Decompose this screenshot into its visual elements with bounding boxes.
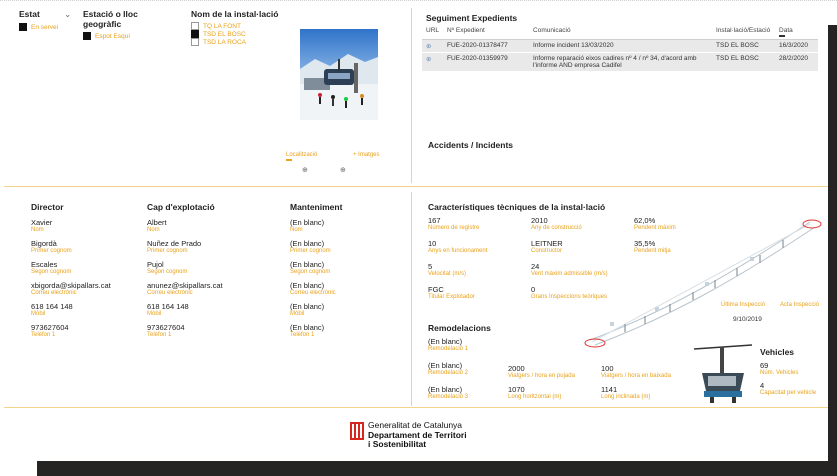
imatges-link[interactable]: + Imatges xyxy=(353,152,380,158)
chairlift-icon xyxy=(692,343,754,405)
link-icon[interactable]: ⊕ xyxy=(302,166,308,174)
checkbox-checked-icon[interactable] xyxy=(83,32,91,40)
col-url[interactable]: URL xyxy=(422,25,444,40)
estacio-item[interactable]: Espot Esquí xyxy=(83,32,178,40)
top-border xyxy=(0,0,837,2)
manteniment-card: Manteniment (En blanc) Nom (En blanc) Prim… xyxy=(290,202,400,344)
stat-long-inclinada: 1141 Long inclinada (m) xyxy=(601,385,651,400)
director-card: Director Xavier Nom Bigordà Primer cognom … xyxy=(31,202,141,344)
link-icon[interactable]: ⊕ xyxy=(422,39,444,53)
installacio-slicer[interactable]: Nom de la instal·lació TQ LA FONT TSD EL… xyxy=(191,9,291,46)
vehicles-title: Vehicles xyxy=(760,347,795,357)
expedients-table: URL Nº Expedient Comunicació Instal·laci… xyxy=(422,25,819,72)
stat-long-horitzontal: 1070 Long horitzontal (m) xyxy=(508,385,562,400)
sort-indicator-icon xyxy=(779,35,786,37)
remodelacions-title: Remodelacions xyxy=(428,323,491,333)
right-dark-band xyxy=(828,25,837,476)
generalitat-logo xyxy=(350,422,364,445)
col-comunicacio[interactable]: Comunicació xyxy=(529,25,713,40)
table-row[interactable]: ⊕ FUE-2020-01378477 Informe incident 13/… xyxy=(422,39,819,53)
underline-marker xyxy=(286,159,292,161)
col-installacio[interactable]: Instal·lació/Estació xyxy=(712,25,776,40)
email-link[interactable]: xbigorda@skipallars.cat xyxy=(31,281,141,290)
installacio-item-selected[interactable]: TSD EL BOSC xyxy=(191,30,291,38)
table-row[interactable]: ⊕ FUE-2020-01359979 Informe reparació ei… xyxy=(422,52,819,72)
col-data[interactable]: Data xyxy=(775,25,819,40)
col-expedient[interactable]: Nº Expedient xyxy=(443,25,530,40)
installacio-item[interactable]: TQ LA FONT xyxy=(191,22,291,30)
ultima-inspeccio-label: Última Inspecció xyxy=(721,302,766,308)
checkbox-checked-icon[interactable] xyxy=(191,30,199,38)
link-icon[interactable]: ⊕ xyxy=(422,52,444,72)
accidents-title: Accidents / Incidents xyxy=(428,140,514,150)
cap-title: Cap d'explotació xyxy=(147,202,215,212)
chevron-down-icon[interactable]: ⌄ xyxy=(64,9,71,19)
bottom-dark-band xyxy=(37,461,837,476)
caracteristiques-col1: 167 Número de registre 10 Anys en funciona… xyxy=(428,216,488,300)
acta-inspeccio-link[interactable]: Acta Inspecció xyxy=(780,302,819,308)
seguiment-title: Seguiment Expedients xyxy=(426,13,518,23)
footer-text: Generalitat de Catalunya Departament de … xyxy=(368,420,467,450)
lift-profile-diagram xyxy=(555,212,825,352)
manteniment-title: Manteniment xyxy=(290,202,343,212)
installation-photo xyxy=(300,29,378,120)
section-divider xyxy=(4,407,828,408)
localitzacio-link[interactable]: Localització xyxy=(286,152,317,161)
remodelacions-list: (En blanc) Remodelació 1 (En blanc) Remode… xyxy=(428,337,469,400)
email-link[interactable]: anunez@skipallars.cat xyxy=(147,281,257,290)
vehicles-card: Vehicles 69 Núm. Vehicles 4 Capacitat per … xyxy=(760,347,830,401)
link-icon[interactable]: ⊕ xyxy=(340,166,346,174)
section-divider xyxy=(4,186,828,187)
caracteristiques-title: Característiques tècniques de la instal·… xyxy=(428,202,606,212)
section-divider xyxy=(411,192,412,406)
installacio-item[interactable]: TSD LA ROCA xyxy=(191,38,291,46)
footer-line3: i Sostenibilitat xyxy=(368,439,427,449)
checkbox-icon[interactable] xyxy=(191,38,199,46)
estacio-slicer-title: Estació o lloc geogràfic xyxy=(83,9,138,29)
installacio-slicer-title: Nom de la instal·lació xyxy=(191,9,279,19)
checkbox-icon[interactable] xyxy=(191,22,199,30)
section-divider xyxy=(411,8,412,183)
cap-explotacio-card: Cap d'explotació Albert Nom Nuñez de Prad… xyxy=(147,202,257,344)
checkbox-checked-icon[interactable] xyxy=(19,23,27,31)
stat-baixada: 100 Viatgers / hora en baixada xyxy=(601,364,671,379)
inspeccio-date: 9/10/2019 xyxy=(733,316,762,323)
estacio-slicer[interactable]: Estació o lloc geogràfic Espot Esquí xyxy=(83,9,178,40)
director-title: Director xyxy=(31,202,64,212)
stat-pujada: 2000 Viatgers / hora en pujada xyxy=(508,364,575,379)
